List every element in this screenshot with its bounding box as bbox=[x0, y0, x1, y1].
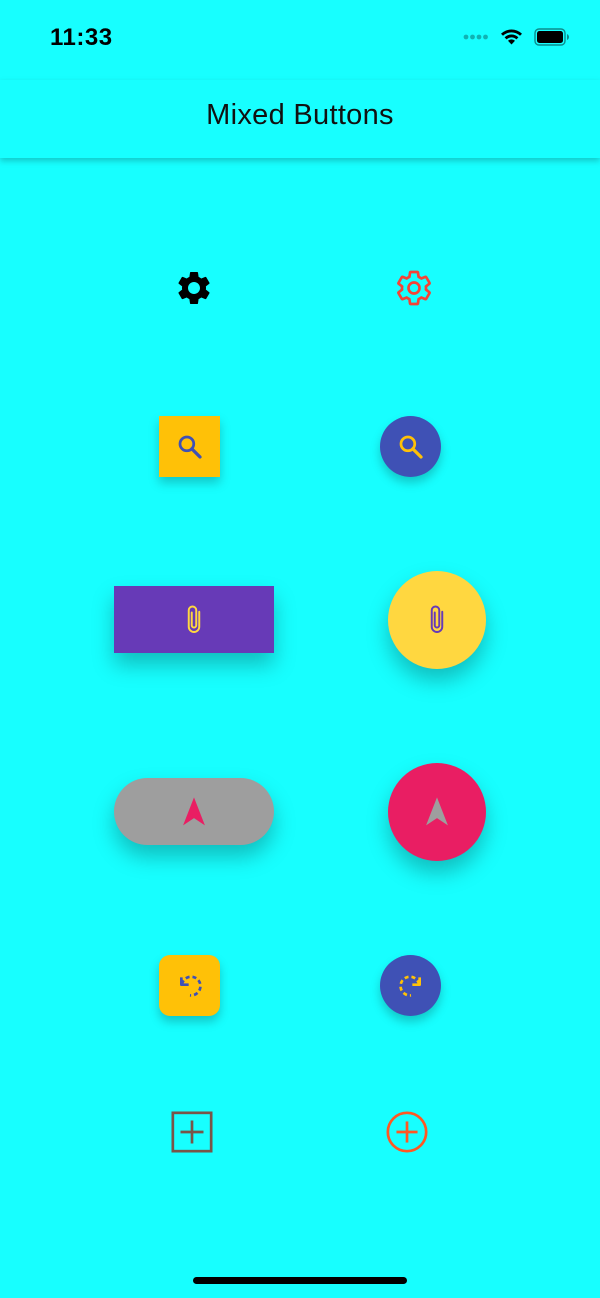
battery-icon bbox=[534, 27, 569, 46]
status-time: 11:33 bbox=[50, 24, 113, 51]
navigation-circle-button[interactable] bbox=[388, 763, 486, 861]
wifi-icon bbox=[501, 29, 522, 45]
search-icon bbox=[399, 435, 423, 459]
app-bar: Mixed Buttons bbox=[0, 80, 600, 158]
signal-icon bbox=[463, 34, 488, 39]
attach-circle-button[interactable] bbox=[388, 571, 486, 669]
attach-icon bbox=[430, 605, 444, 633]
navigation-icon bbox=[183, 796, 205, 825]
add-box-outline-button[interactable] bbox=[168, 1108, 216, 1156]
rotate-left-button[interactable] bbox=[159, 955, 220, 1016]
page-title: Mixed Buttons bbox=[206, 99, 394, 131]
search-circle-button[interactable] bbox=[380, 416, 441, 477]
attach-icon bbox=[187, 605, 201, 633]
home-indicator bbox=[193, 1277, 407, 1284]
settings-icon bbox=[178, 272, 210, 304]
rotate-right-button[interactable] bbox=[380, 955, 441, 1016]
rotate-right-icon bbox=[398, 974, 421, 997]
add-circle-outline-button[interactable] bbox=[383, 1108, 431, 1156]
navigation-icon bbox=[426, 797, 448, 826]
settings-outline-icon-button[interactable] bbox=[390, 264, 438, 312]
add-circle-outline-icon bbox=[386, 1111, 428, 1153]
attach-wide-button[interactable] bbox=[114, 586, 274, 653]
navigation-pill-button[interactable] bbox=[114, 778, 274, 845]
settings-icon-button[interactable] bbox=[170, 264, 218, 312]
rotate-left-icon bbox=[179, 974, 202, 997]
search-icon bbox=[178, 435, 202, 459]
search-square-button[interactable] bbox=[159, 416, 220, 477]
settings-outline-icon bbox=[397, 270, 431, 306]
status-bar: 11:33 bbox=[0, 0, 600, 80]
status-icons bbox=[463, 27, 570, 46]
add-box-outline-icon bbox=[171, 1111, 213, 1153]
